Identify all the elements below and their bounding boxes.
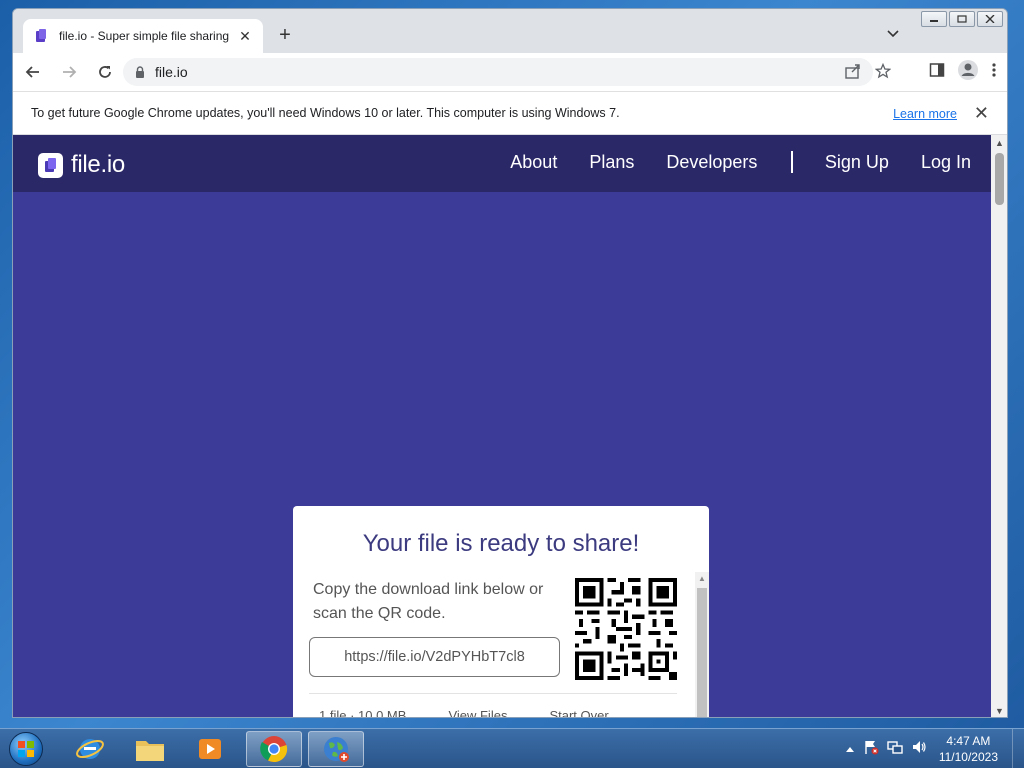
bookmark-star-icon[interactable] — [874, 62, 892, 84]
nav-log-in[interactable]: Log In — [921, 152, 971, 173]
browser-toolbar: file.io — [13, 53, 1007, 91]
toolbar-right — [929, 59, 997, 86]
omnibox-actions — [845, 62, 892, 84]
taskbar-globe-app[interactable] — [308, 731, 364, 767]
taskbar-internet-explorer[interactable] — [62, 731, 118, 767]
site-nav: About Plans Developers Sign Up Log In — [478, 151, 971, 173]
forward-arrow-icon — [63, 66, 77, 78]
back-arrow-icon — [25, 66, 39, 78]
browser-window: file.io - Super simple file sharing ✕ + — [12, 8, 1008, 718]
minimize-button[interactable] — [921, 11, 947, 27]
reload-button[interactable] — [89, 58, 121, 86]
page-scroll-thumb[interactable] — [995, 153, 1004, 205]
tab-close-icon[interactable]: ✕ — [237, 28, 253, 45]
file-summary: 1 file · 10.0 MB — [319, 708, 407, 718]
infobar-message: To get future Google Chrome updates, you… — [31, 106, 620, 120]
show-desktop-button[interactable] — [1012, 729, 1024, 768]
taskbar-chrome[interactable] — [246, 731, 302, 767]
card-scrollbar[interactable]: ▲ — [695, 572, 709, 717]
start-button[interactable] — [6, 731, 46, 767]
window-controls — [921, 11, 1003, 27]
download-link-box[interactable]: https://file.io/V2dPYHbT7cl8 — [309, 637, 560, 677]
media-player-icon — [199, 739, 221, 759]
internet-explorer-icon — [76, 739, 104, 759]
view-files-link[interactable]: View Files — [448, 708, 507, 717]
forward-button[interactable] — [53, 58, 85, 86]
tab-title: file.io - Super simple file sharing — [59, 29, 230, 43]
page-viewport: file.io About Plans Developers Sign Up L… — [13, 135, 991, 718]
maximize-button[interactable] — [949, 11, 975, 27]
new-tab-button[interactable]: + — [275, 25, 295, 45]
card-scroll-thumb[interactable] — [697, 588, 707, 717]
site-header: file.io About Plans Developers Sign Up L… — [13, 135, 991, 192]
chrome-icon — [260, 736, 288, 763]
address-bar[interactable]: file.io — [123, 58, 873, 86]
logo-text: file.io — [71, 151, 125, 178]
logo-mark-icon — [38, 152, 63, 178]
folder-icon — [136, 741, 164, 761]
volume-icon[interactable] — [911, 739, 927, 760]
tab-active[interactable]: file.io - Super simple file sharing ✕ — [23, 19, 263, 53]
tray-icons — [845, 739, 927, 760]
profile-avatar-icon[interactable] — [957, 59, 979, 86]
clock-time: 4:47 AM — [946, 734, 991, 748]
globe-icon — [324, 737, 349, 762]
card-divider — [309, 693, 677, 694]
action-center-flag-icon[interactable] — [863, 739, 879, 760]
card-footer: 1 file · 10.0 MB View Files Start Over — [319, 708, 609, 718]
nav-sign-up[interactable]: Sign Up — [825, 152, 889, 173]
tab-strip: file.io - Super simple file sharing ✕ + — [13, 9, 1007, 53]
clock[interactable]: 4:47 AM 11/10/2023 — [939, 733, 998, 765]
share-icon[interactable] — [845, 63, 861, 84]
page-scrollbar[interactable]: ▲ ▼ — [991, 135, 1007, 717]
learn-more-link[interactable]: Learn more — [893, 107, 957, 121]
site-logo[interactable]: file.io — [38, 151, 125, 179]
back-button[interactable] — [17, 58, 49, 86]
page-scroll-up-icon[interactable]: ▲ — [995, 138, 1004, 148]
start-over-link[interactable]: Start Over — [549, 708, 608, 717]
windows-logo-icon — [9, 732, 43, 766]
tab-search-chevron-icon[interactable] — [887, 27, 899, 41]
card-title: Your file is ready to share! — [362, 530, 640, 557]
reload-icon — [99, 66, 111, 78]
taskbar: 4:47 AM 11/10/2023 — [0, 728, 1024, 768]
menu-kebab-icon[interactable] — [991, 62, 997, 83]
system-tray: 4:47 AM 11/10/2023 — [845, 729, 1024, 768]
page-scroll-down-icon[interactable]: ▼ — [995, 706, 1004, 716]
update-infobar: To get future Google Chrome updates, you… — [13, 91, 1007, 135]
taskbar-media-player[interactable] — [182, 731, 238, 767]
show-hidden-icons-icon[interactable] — [845, 740, 855, 758]
close-window-button[interactable] — [977, 11, 1003, 27]
qr-code — [575, 578, 677, 680]
lock-icon — [136, 66, 144, 78]
scroll-up-arrow-icon[interactable]: ▲ — [698, 574, 706, 583]
side-panel-icon[interactable] — [929, 62, 945, 83]
nav-developers[interactable]: Developers — [666, 152, 757, 173]
fileio-favicon-icon — [33, 28, 49, 44]
nav-about[interactable]: About — [510, 152, 557, 173]
infobar-close-icon[interactable]: ✕ — [974, 103, 989, 124]
taskbar-file-explorer[interactable] — [122, 731, 178, 767]
card-instructions: Copy the download link below or scan the… — [313, 581, 544, 622]
nav-plans[interactable]: Plans — [589, 152, 634, 173]
nav-divider — [791, 151, 793, 173]
address-text: file.io — [155, 64, 188, 80]
clock-date: 11/10/2023 — [938, 750, 998, 764]
share-card: Your file is ready to share! Copy the do… — [293, 506, 709, 718]
network-icon[interactable] — [887, 739, 903, 760]
